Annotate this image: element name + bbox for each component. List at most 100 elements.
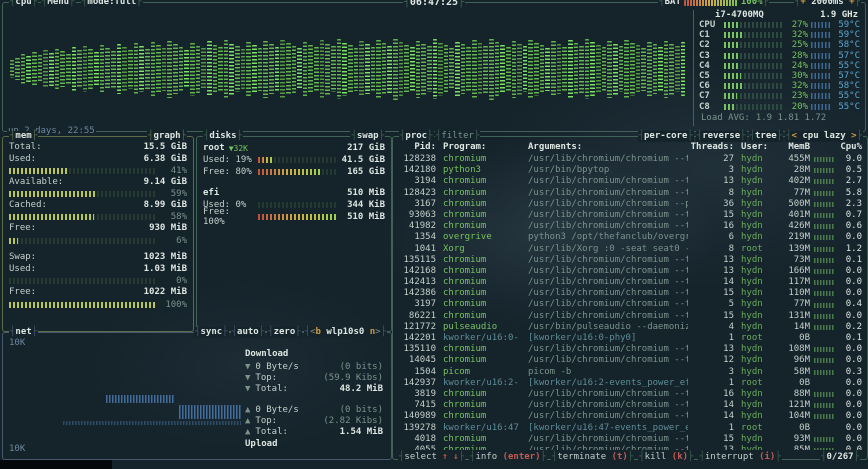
process-mem-graph — [814, 370, 834, 375]
net-toggle-sync[interactable]: ┤sync├ — [194, 327, 229, 338]
process-cpu: 0.0 — [834, 311, 862, 322]
process-row[interactable]: 3819 chromium /usr/lib/chromium/chromium… — [398, 389, 862, 400]
process-mem-graph — [814, 325, 834, 330]
process-row[interactable]: 142201 kworker/u16:0- [kworker/u16:0-phy… — [398, 333, 862, 344]
process-row[interactable]: 128423 chromium /usr/lib/chromium/chromi… — [398, 188, 862, 199]
disks-swap-toggle-label: swap — [357, 131, 379, 142]
download-label: Download — [245, 349, 383, 360]
mode-toggle[interactable]: ┤mode:full├ — [81, 0, 143, 8]
memory-graph-toggle[interactable]: ┤graph├ — [147, 131, 187, 142]
process-cpu: 0.0 — [834, 411, 862, 422]
process-row[interactable]: 1354 overgrive python3 /opt/thefanclub/o… — [398, 232, 862, 243]
process-program: chromium — [436, 210, 523, 221]
disk-free-label: Free: 100% — [203, 207, 255, 227]
process-row[interactable]: 14045 chromium /usr/lib/chromium/chromiu… — [398, 355, 862, 366]
process-program: pulseaudio — [436, 322, 523, 333]
process-threads: 13 — [688, 255, 734, 266]
network-toggles: ┤sync├┤auto├┤zero├ — [194, 327, 302, 338]
process-row[interactable]: 3194 chromium /usr/lib/chromium/chromium… — [398, 176, 862, 187]
footer-keybar: ┤select ↑ ↓├ ┤info (enter)├ ┤terminate (… — [398, 451, 860, 464]
process-row[interactable]: 93063 chromium /usr/lib/chromium/chromiu… — [398, 210, 862, 221]
process-row[interactable]: 3197 chromium /usr/lib/chromium/chromium… — [398, 299, 862, 310]
process-row[interactable]: 121772 pulseaudio /usr/bin/pulseaudio --… — [398, 322, 862, 333]
process-arguments: /usr/lib/chromium/chromium --type=utili — [523, 299, 688, 310]
process-pid: 139278 — [398, 423, 436, 434]
mem-item-percent: 100% — [159, 300, 187, 310]
header-memory[interactable]: MemB — [777, 142, 810, 153]
core-name: C1 — [699, 30, 721, 40]
core-usage-meter — [724, 22, 782, 28]
mem-item-label: Free: — [9, 287, 36, 299]
header-pid[interactable]: Pid: — [398, 142, 436, 153]
process-pid: 1041 — [398, 244, 436, 255]
process-program: chromium — [436, 188, 523, 199]
process-pid: 4018 — [398, 434, 436, 445]
process-row[interactable]: 142386 chromium /usr/lib/chromium/chromi… — [398, 288, 862, 299]
sort-prev-button[interactable]: < — [792, 131, 797, 142]
process-row[interactable]: 139278 kworker/u16:47 [kworker/u16:47-ev… — [398, 423, 862, 434]
menu-button[interactable]: ┤Menu├ — [41, 0, 76, 8]
process-program: python3 — [436, 165, 523, 176]
mem-item-value: 6.38 GiB — [144, 154, 187, 166]
process-filter-button[interactable]: ┤filter├ — [435, 131, 480, 142]
header-cpu[interactable]: Cpu% — [834, 142, 862, 153]
process-user: hydn — [734, 311, 777, 322]
process-row[interactable]: 41982 chromium /usr/lib/chromium/chromiu… — [398, 221, 862, 232]
process-row[interactable]: 3167 chromium /usr/lib/chromium/chromium… — [398, 199, 862, 210]
mem-item-value: 930 MiB — [149, 223, 187, 235]
process-row[interactable]: 142180 python3 /usr/bin/bpytop 3 hydn 28… — [398, 165, 862, 176]
process-program: kworker/u16:47 — [436, 423, 523, 434]
process-row[interactable]: 135115 chromium /usr/lib/chromium/chromi… — [398, 255, 862, 266]
core-meter-fill — [724, 73, 741, 79]
process-row[interactable]: 140989 chromium /usr/lib/chromium/chromi… — [398, 411, 862, 422]
header-threads[interactable]: Threads: — [688, 142, 734, 153]
footer-key-button[interactable]: ┤terminate (t)├ — [551, 452, 634, 463]
process-arguments: /usr/lib/chromium/chromium --type=rende — [523, 154, 688, 165]
process-row[interactable]: 1504 picom picom -b 3 hydn 58M 0.3 — [398, 367, 862, 378]
process-cpu: 0.0 — [834, 355, 862, 366]
header-program[interactable]: Program: — [436, 142, 523, 153]
process-program: chromium — [436, 266, 523, 277]
bpytop-terminal: ┤cpu├ ┤Menu├ ┤mode:full├ ┤06:47:25├ ┤BAT… — [0, 0, 868, 469]
header-user[interactable]: User: — [734, 142, 777, 153]
net-stat-row: ▲ 0 Byte/s (0 bits) — [245, 405, 383, 416]
process-row[interactable]: 4018 chromium /usr/lib/chromium/chromium… — [398, 434, 862, 445]
process-mem-graph — [814, 213, 834, 218]
proc-toggle-reverse[interactable]: ┤reverse├ — [696, 131, 747, 142]
net-toggle-zero[interactable]: ┤zero├ — [267, 327, 302, 338]
disks-swap-toggle[interactable]: ┤swap├ — [350, 131, 385, 142]
process-mem-graph — [814, 179, 834, 184]
proc-toggle-per-core[interactable]: ┤per-core├ — [638, 131, 694, 142]
footer-key-button[interactable]: ┤select ↑ ↓├ — [398, 452, 465, 463]
footer-key-button[interactable]: ┤kill (k)├ — [638, 452, 694, 463]
interval-decrease-button[interactable]: + — [800, 0, 805, 8]
device-prev-button[interactable]: b — [316, 327, 321, 338]
process-row[interactable]: 135110 chromium /usr/lib/chromium/chromi… — [398, 344, 862, 355]
process-row[interactable]: 128238 chromium /usr/lib/chromium/chromi… — [398, 154, 862, 165]
core-percent: 30% — [785, 71, 808, 81]
process-row[interactable]: 4055 chromium /usr/lib/chromium/chromium… — [398, 445, 862, 450]
process-row[interactable]: 142168 chromium /usr/lib/chromium/chromi… — [398, 266, 862, 277]
core-rows: CPU 27% 59°C C1 32% 59°C C2 25% 58°C C3 … — [699, 20, 860, 112]
mem-item-value: 8.99 GiB — [144, 200, 187, 212]
net-stat-row: ▼ Total: 48.2 MiB — [245, 384, 383, 395]
process-row[interactable]: 1041 Xorg /usr/lib/Xorg :0 -seat seat0 -… — [398, 244, 862, 255]
process-user: hydn — [734, 367, 777, 378]
footer-key-button[interactable]: ┤info (enter)├ — [469, 452, 547, 463]
core-sparkline — [811, 63, 830, 69]
process-row[interactable]: 142413 chromium /usr/lib/chromium/chromi… — [398, 277, 862, 288]
header-arguments[interactable]: Arguments: — [523, 142, 688, 153]
process-row[interactable]: 142937 kworker/u16:2- [kworker/u16:2-eve… — [398, 378, 862, 389]
process-pid: 142180 — [398, 165, 436, 176]
footer-key-button[interactable]: ┤interrupt (i)├ — [698, 452, 781, 463]
net-toggle-auto[interactable]: ┤auto├ — [231, 327, 266, 338]
memory-total-label: Total: — [9, 142, 42, 154]
process-threads: 1 — [688, 423, 734, 434]
process-row[interactable]: 86221 chromium /usr/lib/chromium/chromiu… — [398, 311, 862, 322]
proc-toggle-tree[interactable]: ┤tree├ — [749, 131, 784, 142]
process-cpu: 1.2 — [834, 244, 862, 255]
process-row[interactable]: 7415 chromium /usr/lib/chromium/chromium… — [398, 400, 862, 411]
disk-used-value: 41.5 GiB — [339, 155, 385, 165]
process-mem-graph — [814, 258, 834, 263]
process-pid: 3197 — [398, 299, 436, 310]
